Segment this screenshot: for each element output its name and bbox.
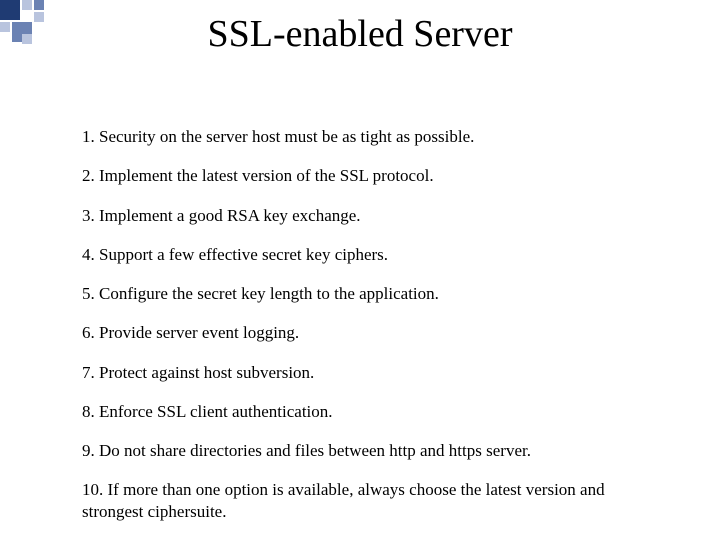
list-item: 1. Security on the server host must be a… bbox=[82, 126, 660, 147]
content-list: 1. Security on the server host must be a… bbox=[82, 126, 660, 540]
list-item: 4. Support a few effective secret key ci… bbox=[82, 244, 660, 265]
list-item: 10. If more than one option is available… bbox=[82, 479, 660, 522]
slide: SSL-enabled Server 1. Security on the se… bbox=[0, 0, 720, 540]
list-item: 3. Implement a good RSA key exchange. bbox=[82, 205, 660, 226]
list-item: 2. Implement the latest version of the S… bbox=[82, 165, 660, 186]
list-item: 8. Enforce SSL client authentication. bbox=[82, 401, 660, 422]
slide-title: SSL-enabled Server bbox=[0, 12, 720, 56]
list-item: 5. Configure the secret key length to th… bbox=[82, 283, 660, 304]
list-item: 7. Protect against host subversion. bbox=[82, 362, 660, 383]
list-item: 9. Do not share directories and files be… bbox=[82, 440, 660, 461]
list-item: 6. Provide server event logging. bbox=[82, 322, 660, 343]
